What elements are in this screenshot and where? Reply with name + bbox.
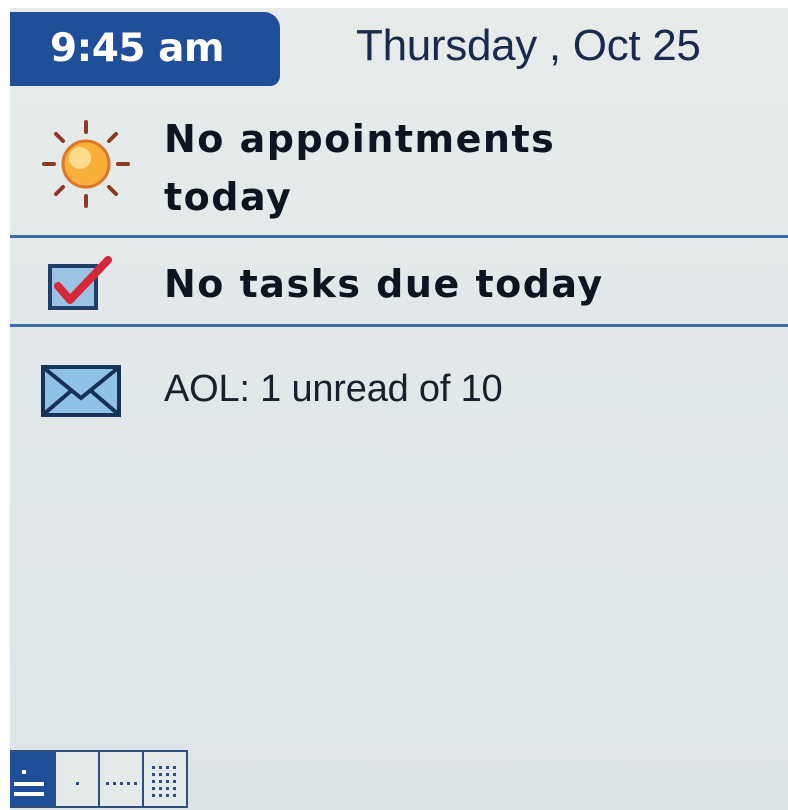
list-view-icon bbox=[14, 770, 44, 796]
envelope-icon bbox=[40, 364, 124, 424]
tasks-text: No tasks due today bbox=[164, 262, 604, 306]
day-view-button[interactable] bbox=[56, 750, 100, 808]
appointments-text: No appointments today bbox=[164, 117, 556, 219]
header: 9:45 am Thursday , Oct 25 bbox=[10, 8, 788, 88]
time-tab[interactable]: 9:45 am bbox=[10, 12, 280, 86]
week-view-button[interactable] bbox=[100, 750, 144, 808]
sun-icon bbox=[38, 116, 134, 216]
divider bbox=[10, 235, 788, 238]
email-summary: AOL: 1 unread of 10 bbox=[164, 368, 503, 410]
week-view-icon bbox=[106, 782, 137, 785]
divider bbox=[10, 324, 788, 327]
month-view-button[interactable] bbox=[144, 750, 188, 808]
email-row[interactable]: AOL: 1 unread of 10 bbox=[10, 334, 788, 434]
month-view-icon bbox=[152, 766, 176, 797]
view-switcher bbox=[10, 750, 188, 810]
list-view-button[interactable] bbox=[10, 750, 56, 808]
tasks-row[interactable]: No tasks due today bbox=[10, 242, 788, 324]
date-label: Thursday , Oct 25 bbox=[356, 21, 701, 70]
today-screen: 9:45 am Thursday , Oct 25 No appointment… bbox=[10, 8, 788, 810]
checked-box-icon bbox=[46, 256, 118, 316]
appointments-row[interactable]: No appointments today bbox=[10, 104, 788, 234]
day-view-icon bbox=[76, 782, 79, 785]
